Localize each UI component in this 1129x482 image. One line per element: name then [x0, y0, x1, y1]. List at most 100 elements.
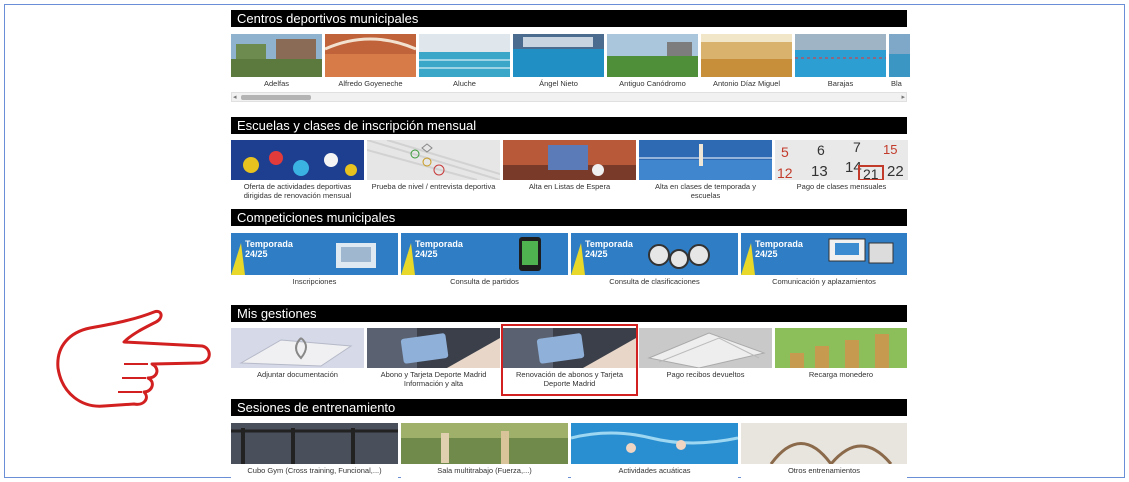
gestiones-row: Adjuntar documentación Abono y Tarjeta D… [231, 328, 907, 394]
scrollbar-thumb[interactable] [241, 95, 311, 100]
centro-card-alfredo-goyeneche[interactable]: Alfredo Goyeneche [325, 34, 416, 92]
escuelas-row: Oferta de actividades deportivas dirigid… [231, 140, 911, 200]
competicion-card-partidos[interactable]: Temporada 24/25 Consulta de partidos [401, 233, 568, 291]
sesion-card-acuaticas[interactable]: Actividades acuáticas [571, 423, 738, 479]
centro-image [889, 34, 910, 77]
centro-card-antonio-diaz-miguel[interactable]: Antonio Díaz Miguel [701, 34, 792, 92]
sesion-label: Sala multitrabajo (Fuerza,...) [437, 466, 532, 475]
temporada-banner: Temporada 24/25 [571, 233, 738, 275]
gestion-card-abono-info[interactable]: Abono y Tarjeta Deporte Madrid Informaci… [367, 328, 500, 394]
calendar-number: 15 [883, 142, 897, 157]
banner-text: Temporada 24/25 [755, 239, 803, 259]
temporada-banner: Temporada 24/25 [741, 233, 907, 275]
centro-card-angel-nieto[interactable]: Ángel Nieto [513, 34, 604, 92]
sesion-label: Cubo Gym (Cross training, Funcional,...) [247, 466, 382, 475]
escuela-image [639, 140, 772, 180]
calendar-number: 7 [853, 140, 861, 155]
sesiones-row: Cubo Gym (Cross training, Funcional,...)… [231, 423, 907, 479]
escuela-image [503, 140, 636, 180]
escuela-image [231, 140, 364, 180]
centro-label: Antiguo Canódromo [619, 79, 686, 88]
centro-card-barajas[interactable]: Barajas [795, 34, 886, 92]
gestion-card-renovacion[interactable]: Renovación de abonos y Tarjeta Deporte M… [503, 328, 636, 394]
competicion-label: Consulta de clasificaciones [609, 277, 700, 286]
sesion-image [231, 423, 398, 464]
escuela-card-oferta[interactable]: Oferta de actividades deportivas dirigid… [231, 140, 364, 200]
gestion-label: Pago recibos devueltos [666, 370, 745, 379]
escuela-card-alta-clases[interactable]: Alta en clases de temporada y escuelas [639, 140, 772, 200]
gestion-image [231, 328, 364, 368]
gestion-label: Adjuntar documentación [257, 370, 338, 379]
competicion-card-comunicacion[interactable]: Temporada 24/25 Comunicación y aplazamie… [741, 233, 907, 291]
competicion-label: Comunicación y aplazamientos [772, 277, 876, 286]
centro-image [419, 34, 510, 77]
sesion-label: Otros entrenamientos [787, 466, 861, 475]
centro-card-aluche[interactable]: Aluche [419, 34, 510, 92]
section-title-gestiones: Mis gestiones [231, 305, 907, 322]
centro-label: Alfredo Goyeneche [338, 79, 403, 88]
calendar-number: 13 [811, 163, 828, 180]
centro-image [325, 34, 416, 77]
section-title-escuelas: Escuelas y clases de inscripción mensual [231, 117, 907, 134]
temporada-banner: Temporada 24/25 [231, 233, 398, 275]
sesion-image [571, 423, 738, 464]
centro-image [795, 34, 886, 77]
sesion-card-cubo-gym[interactable]: Cubo Gym (Cross training, Funcional,...) [231, 423, 398, 479]
gestion-card-recarga[interactable]: Recarga monedero [775, 328, 907, 394]
gestion-card-pago-recibos[interactable]: Pago recibos devueltos [639, 328, 772, 394]
calendar-number: 12 [777, 165, 793, 180]
banner-text: Temporada 24/25 [585, 239, 633, 259]
centro-label: Bla [891, 79, 902, 88]
centro-card-partial[interactable]: Bla [889, 34, 910, 92]
scroll-right-icon[interactable]: ▸ [901, 93, 905, 102]
section-title-competiciones: Competiciones municipales [231, 209, 907, 226]
competiciones-row: Temporada 24/25 Inscripciones Temporada … [231, 233, 907, 291]
centro-card-antiguo-canodromo[interactable]: Antiguo Canódromo [607, 34, 698, 92]
escuela-label: Oferta de actividades deportivas dirigid… [243, 182, 352, 200]
sesion-label: Actividades acuáticas [618, 466, 691, 475]
escuela-card-pago-clases[interactable]: 5 6 7 15 12 13 14 21 22 Pago de clases m… [775, 140, 908, 200]
gestion-label: Recarga monedero [808, 370, 874, 379]
section-title-sesiones: Sesiones de entrenamiento [231, 399, 907, 416]
centro-image [513, 34, 604, 77]
horizontal-scrollbar[interactable]: ◂ ▸ [231, 92, 907, 102]
escuela-card-listas-espera[interactable]: Alta en Listas de Espera [503, 140, 636, 200]
competicion-card-clasificaciones[interactable]: Temporada 24/25 Consulta de clasificacio… [571, 233, 738, 291]
escuela-label: Alta en clases de temporada y escuelas [655, 182, 756, 200]
calendar-image: 5 6 7 15 12 13 14 21 22 [775, 140, 908, 180]
scroll-left-icon[interactable]: ◂ [233, 93, 237, 102]
calendar-number: 5 [781, 144, 789, 160]
centro-label: Aluche [453, 79, 476, 88]
gestion-label: Renovación de abonos y Tarjeta Deporte M… [515, 370, 624, 388]
competicion-label: Inscripciones [292, 277, 337, 286]
gestion-image [367, 328, 500, 368]
gestion-card-adjuntar[interactable]: Adjuntar documentación [231, 328, 364, 394]
temporada-banner: Temporada 24/25 [401, 233, 568, 275]
pointing-hand-icon [56, 309, 211, 408]
gestion-image [639, 328, 772, 368]
sesion-card-otros[interactable]: Otros entrenamientos [741, 423, 907, 479]
calendar-number: 21 [863, 166, 879, 180]
section-title-centros: Centros deportivos municipales [231, 10, 907, 27]
sesion-image [401, 423, 568, 464]
centro-label: Antonio Díaz Miguel [712, 79, 781, 88]
gestion-image [775, 328, 907, 368]
calendar-number: 6 [817, 142, 825, 158]
competicion-label: Consulta de partidos [450, 277, 519, 286]
gestion-label: Abono y Tarjeta Deporte Madrid Informaci… [380, 370, 487, 388]
escuela-label: Prueba de nivel / entrevista deportiva [371, 182, 496, 191]
centros-carousel: Adelfas Alfredo Goyeneche Aluche Ángel N… [231, 34, 913, 92]
escuela-card-prueba-nivel[interactable]: Prueba de nivel / entrevista deportiva [367, 140, 500, 200]
centro-image [701, 34, 792, 77]
centro-label: Adelfas [263, 79, 290, 88]
sesion-card-sala-multitrabajo[interactable]: Sala multitrabajo (Fuerza,...) [401, 423, 568, 479]
banner-text: Temporada 24/25 [415, 239, 463, 259]
banner-text: Temporada 24/25 [245, 239, 293, 259]
centro-card-adelfas[interactable]: Adelfas [231, 34, 322, 92]
gestion-image [503, 328, 636, 368]
centro-image [607, 34, 698, 77]
competicion-card-inscripciones[interactable]: Temporada 24/25 Inscripciones [231, 233, 398, 291]
escuela-label: Alta en Listas de Espera [528, 182, 611, 191]
centro-image [231, 34, 322, 77]
calendar-number: 22 [887, 163, 904, 180]
